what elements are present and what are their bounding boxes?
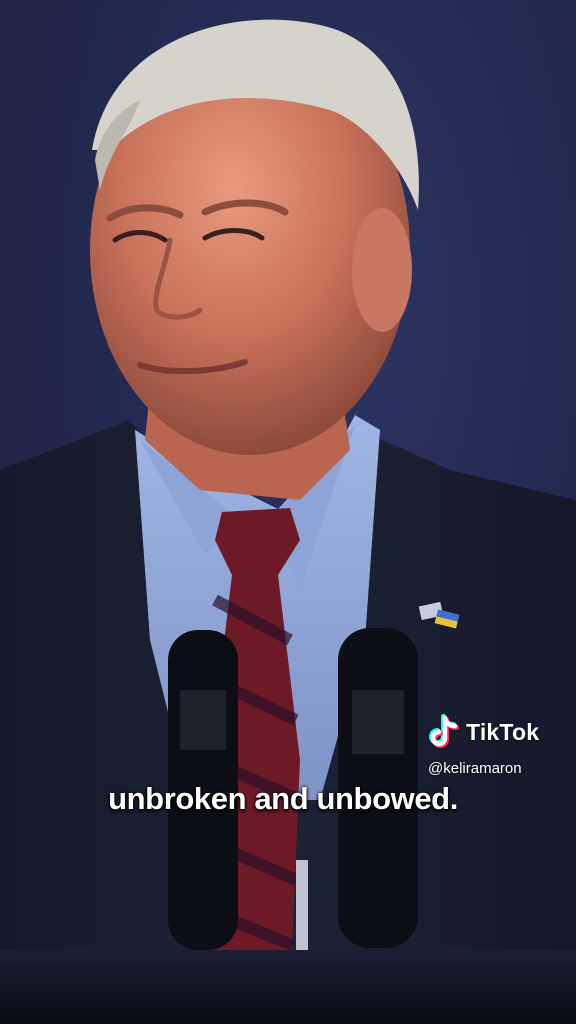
subtitle-caption: unbroken and unbowed.	[108, 781, 458, 816]
creator-handle: @keliramaron	[428, 760, 522, 777]
video-frame[interactable]: TikTok @keliramaron unbroken and unbowed…	[0, 0, 576, 1024]
tiktok-brand-text: TikTok	[466, 718, 540, 745]
tiktok-note-icon	[429, 714, 459, 748]
video-bottom-shade	[0, 952, 576, 1024]
tiktok-logo: TikTok	[428, 714, 568, 750]
tiktok-watermark: TikTok @keliramaron	[428, 714, 568, 777]
speaker-video-still	[0, 19, 576, 1024]
